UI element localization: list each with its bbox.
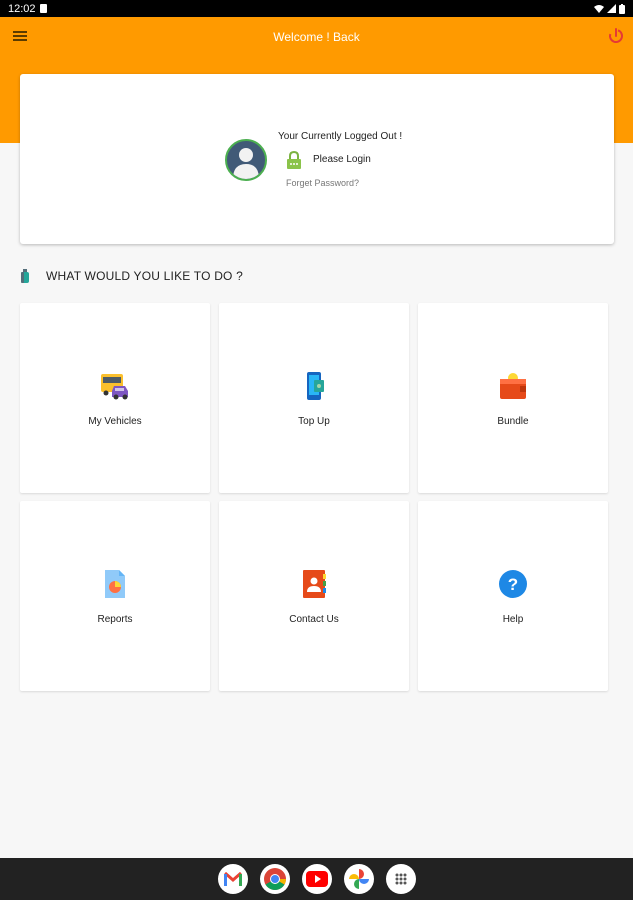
svg-text:?: ? bbox=[508, 575, 518, 594]
tile-label: My Vehicles bbox=[88, 416, 142, 427]
tile-my-vehicles[interactable]: My Vehicles bbox=[20, 303, 210, 493]
nav-bar bbox=[0, 858, 633, 900]
top-up-icon bbox=[307, 372, 324, 400]
tile-label: Reports bbox=[97, 614, 133, 625]
youtube-icon[interactable] bbox=[301, 864, 332, 894]
login-card: Your Currently Logged Out ! Please Login… bbox=[20, 74, 614, 244]
wifi-icon bbox=[594, 5, 604, 13]
tile-label: Top Up bbox=[298, 416, 330, 427]
battery-icon bbox=[619, 3, 625, 14]
bundle-icon bbox=[500, 373, 526, 399]
vehicles-icon bbox=[101, 374, 128, 400]
status-time: 12:02 bbox=[8, 2, 36, 15]
user-avatar-icon bbox=[233, 148, 259, 179]
please-login-link[interactable]: Please Login bbox=[313, 154, 371, 165]
lock-icon bbox=[287, 151, 301, 169]
reports-icon bbox=[105, 570, 125, 598]
tile-label: Help bbox=[502, 614, 524, 625]
app-title: Welcome ! Back bbox=[273, 30, 360, 44]
login-status-text: Your Currently Logged Out ! bbox=[278, 131, 403, 142]
tile-label: Contact Us bbox=[289, 614, 339, 625]
tile-top-up[interactable]: Top Up bbox=[219, 303, 409, 493]
sim-card-icon bbox=[39, 4, 47, 13]
avatar bbox=[225, 139, 267, 181]
tile-contact-us[interactable]: Contact Us bbox=[219, 501, 409, 691]
gmail-icon[interactable] bbox=[217, 864, 248, 894]
forgot-password-link[interactable]: Forget Password? bbox=[286, 178, 359, 188]
tile-reports[interactable]: Reports bbox=[20, 501, 210, 691]
contact-icon bbox=[303, 570, 326, 598]
tile-label: Bundle bbox=[497, 416, 529, 427]
bottle-icon bbox=[21, 269, 29, 283]
help-icon: ? bbox=[499, 570, 527, 598]
photos-icon[interactable] bbox=[343, 864, 374, 894]
power-icon[interactable] bbox=[607, 27, 625, 45]
app-drawer-icon[interactable] bbox=[385, 864, 416, 894]
signal-icon bbox=[607, 4, 616, 13]
chrome-icon[interactable] bbox=[259, 864, 290, 894]
tile-help[interactable]: ? Help bbox=[418, 501, 608, 691]
tile-bundle[interactable]: Bundle bbox=[418, 303, 608, 493]
status-bar: 12:02 bbox=[0, 0, 633, 17]
section-header: WHAT WOULD YOU LIKE TO DO ? bbox=[20, 269, 243, 283]
section-title: WHAT WOULD YOU LIKE TO DO ? bbox=[46, 269, 243, 283]
